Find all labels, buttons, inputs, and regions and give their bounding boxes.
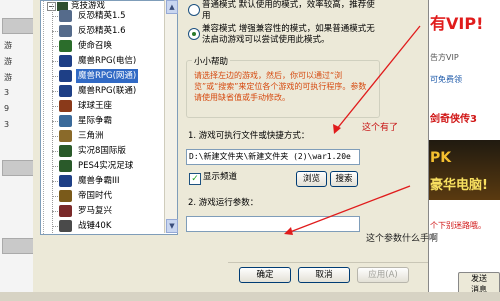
- annotation-this-one: 这个有了: [362, 123, 399, 133]
- annotation-arrow-1: [335, 25, 421, 131]
- annotation-arrows: [284, 25, 421, 235]
- annotation-what-param: 这个参数什么手啊: [366, 234, 439, 244]
- annotation-arrow-2: [289, 185, 411, 233]
- annotation-arrowhead-2: [284, 227, 293, 235]
- taskbar-edge: [0, 292, 500, 301]
